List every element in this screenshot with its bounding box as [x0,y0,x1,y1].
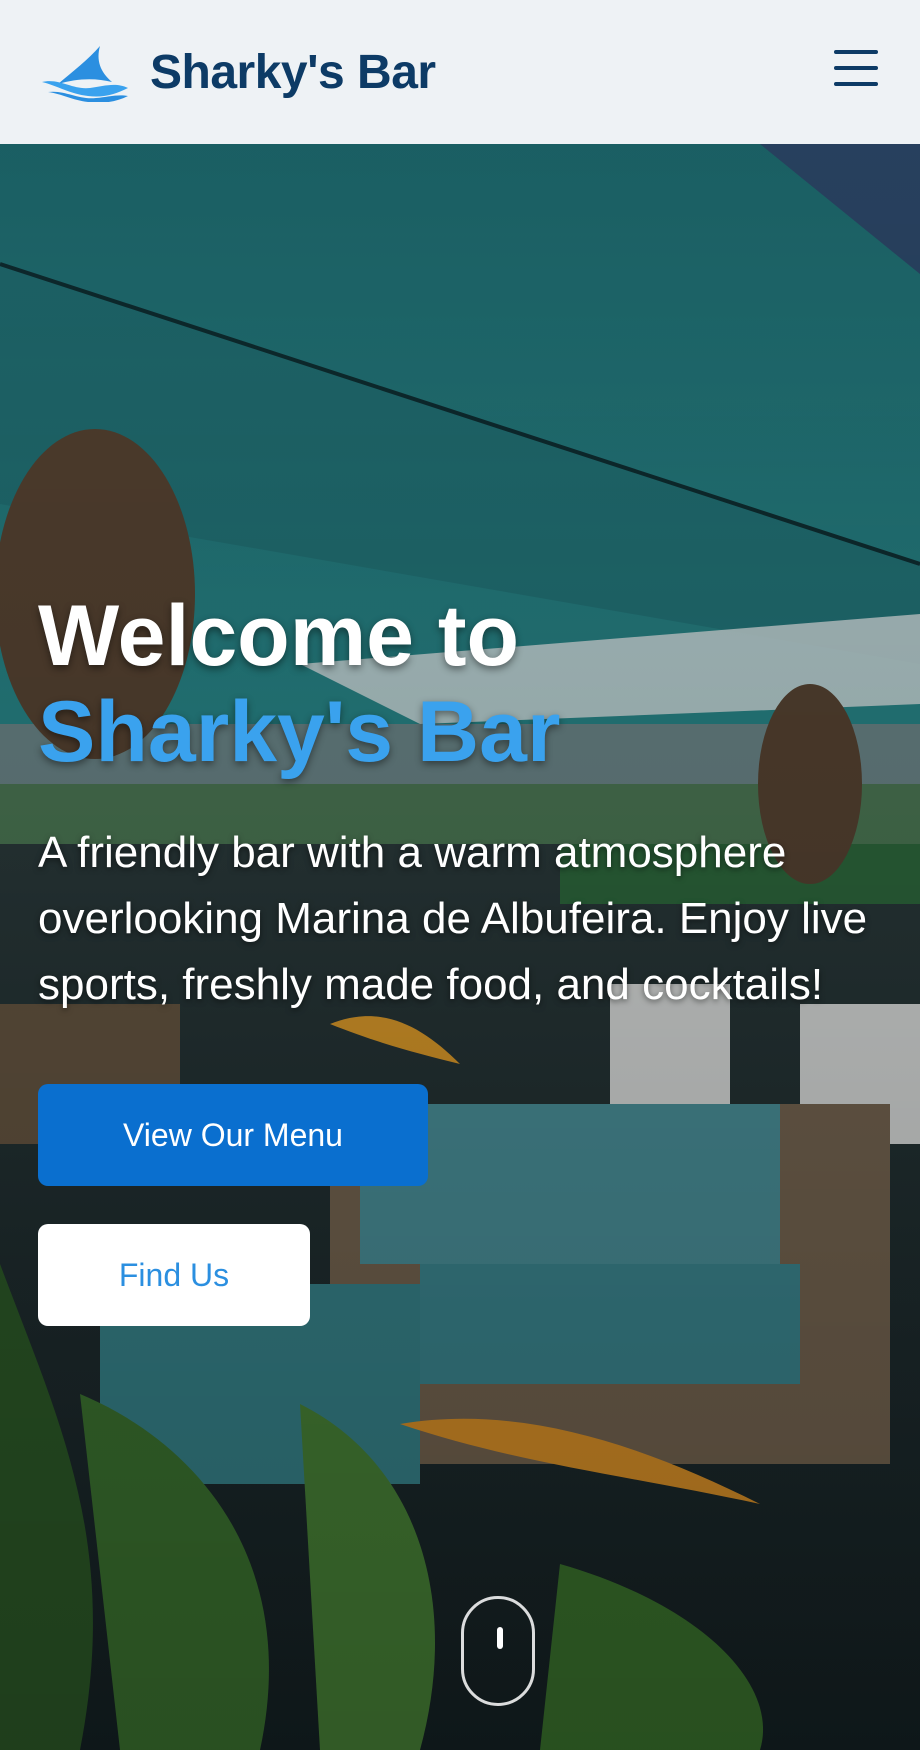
logo[interactable]: Sharky's Bar [38,42,436,102]
hero-title-line2: Sharky's Bar [38,684,561,780]
hero-section: Welcome to Sharky's Bar A friendly bar w… [0,144,920,1750]
mouse-scroll-icon[interactable] [461,1596,535,1706]
site-header: Sharky's Bar [0,0,920,144]
hero-content: Welcome to Sharky's Bar A friendly bar w… [38,588,888,1326]
hero-description: A friendly bar with a warm atmosphere ov… [38,828,868,1009]
scroll-wheel [497,1627,503,1649]
view-menu-button[interactable]: View Our Menu [38,1084,428,1186]
hero-title: Welcome to Sharky's Bar [38,588,888,780]
find-us-button[interactable]: Find Us [38,1224,310,1326]
hamburger-menu-icon[interactable] [834,50,878,86]
hero-title-line1: Welcome to [38,588,520,684]
brand-name: Sharky's Bar [150,45,436,99]
shark-fin-wave-icon [42,46,128,102]
